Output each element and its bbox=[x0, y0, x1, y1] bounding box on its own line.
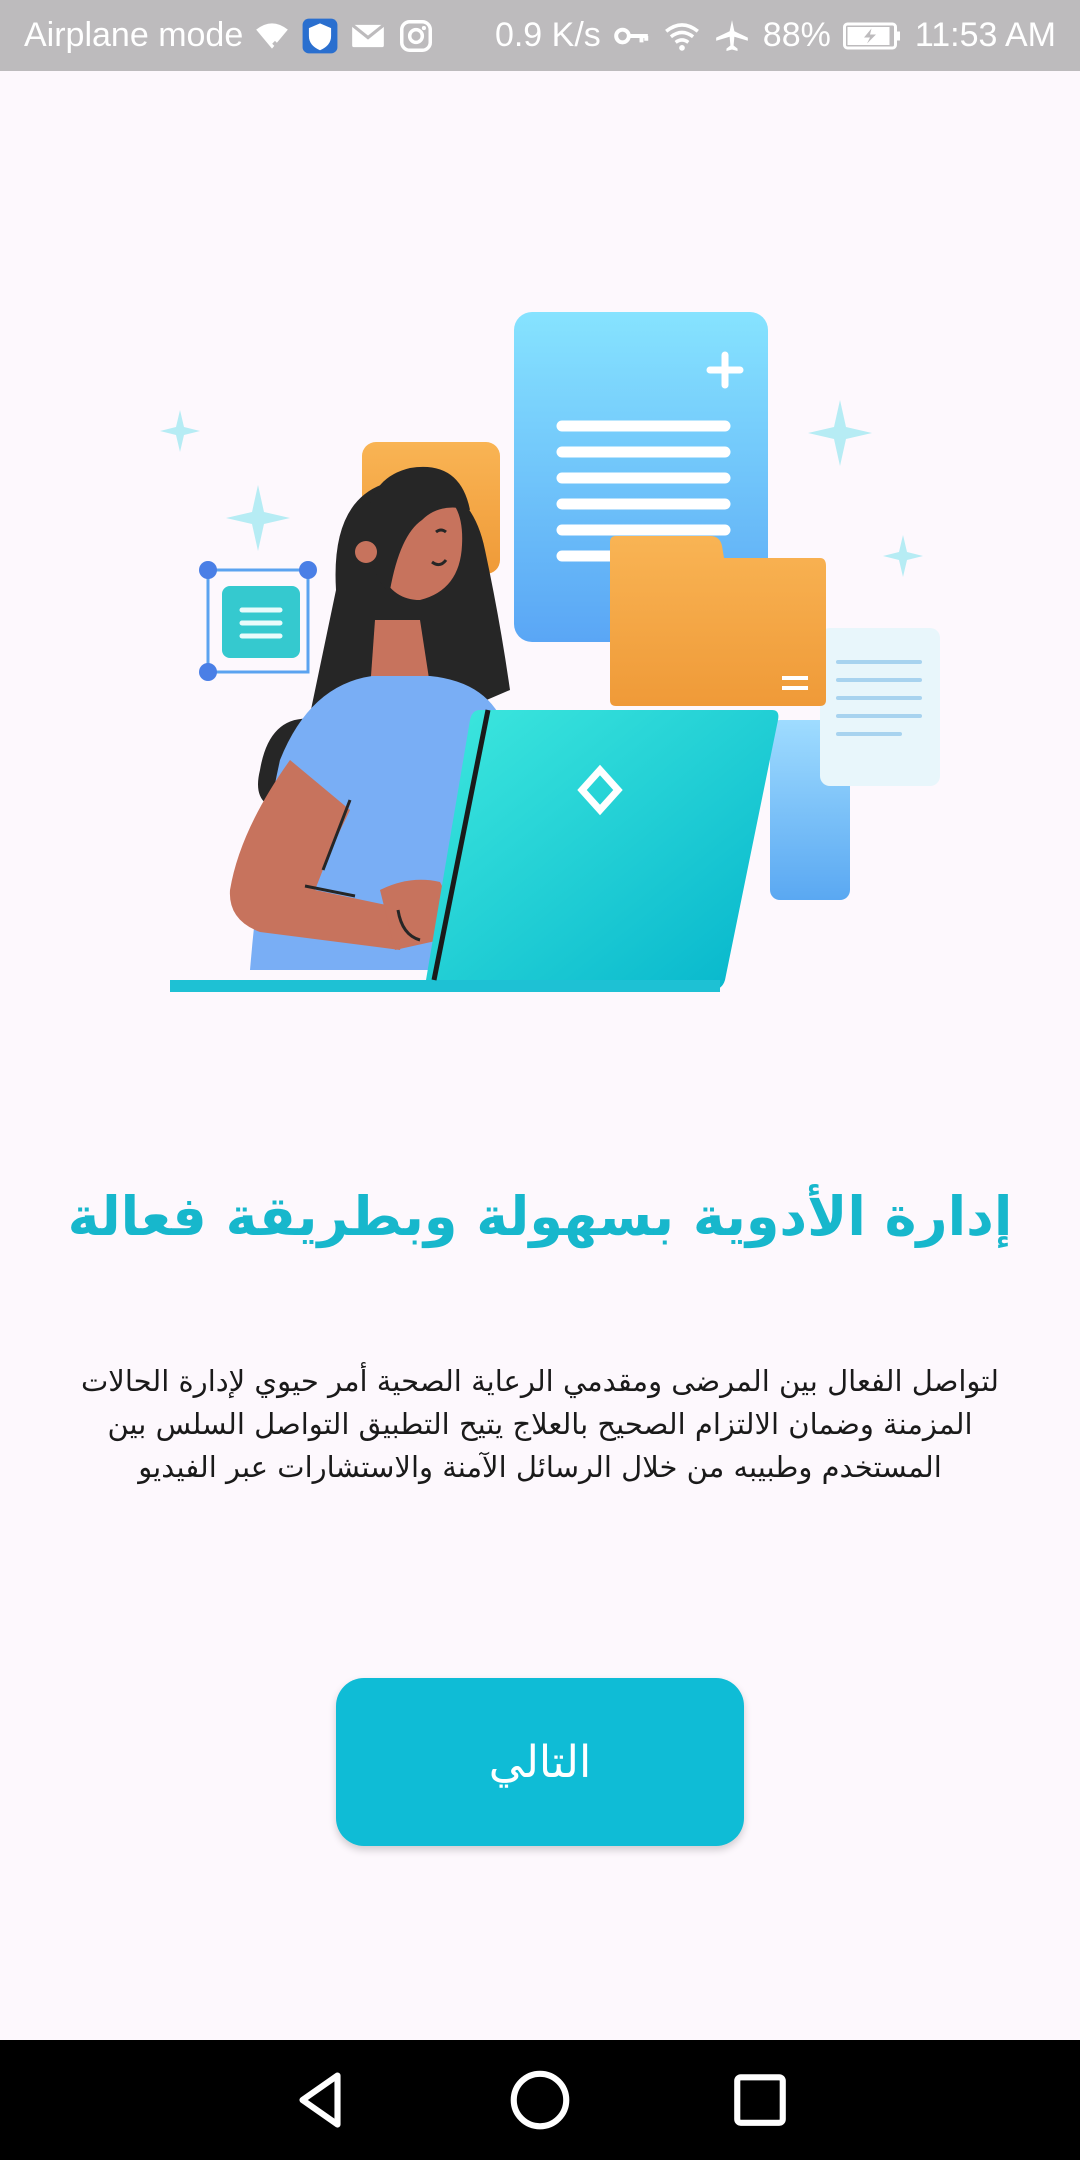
next-button[interactable]: التالي bbox=[336, 1678, 744, 1846]
clock: 11:53 AM bbox=[914, 16, 1056, 54]
wifi-check-icon bbox=[253, 17, 291, 55]
instagram-icon bbox=[397, 17, 435, 55]
home-icon[interactable] bbox=[505, 2065, 575, 2135]
onboarding-illustration bbox=[140, 290, 940, 1010]
mail-icon bbox=[349, 17, 387, 55]
onboarding-description: لتواصل الفعال بين المرضى ومقدمي الرعاية … bbox=[80, 1364, 999, 1484]
battery-charging-icon bbox=[842, 17, 903, 55]
shield-icon bbox=[301, 17, 339, 55]
vpn-key-icon bbox=[613, 17, 651, 55]
wifi-icon bbox=[663, 17, 701, 55]
battery-percent: 88% bbox=[762, 16, 831, 54]
status-left: Airplane mode bbox=[24, 16, 435, 55]
airplane-mode-label: Airplane mode bbox=[24, 16, 244, 54]
airplane-icon bbox=[713, 17, 751, 55]
status-right: 0.9 K/s 88% 11:53 AM bbox=[495, 16, 1056, 55]
recents-icon[interactable] bbox=[725, 2065, 795, 2135]
back-icon[interactable] bbox=[285, 2065, 355, 2135]
onboarding-title: إدارة الأدوية بسهولة وبطريقة فعالة bbox=[67, 1185, 1013, 1248]
system-navigation-bar bbox=[0, 2040, 1080, 2160]
network-speed: 0.9 K/s bbox=[494, 16, 601, 54]
status-bar: Airplane mode 0.9 K/s 88% 11:53 AM bbox=[0, 0, 1080, 71]
